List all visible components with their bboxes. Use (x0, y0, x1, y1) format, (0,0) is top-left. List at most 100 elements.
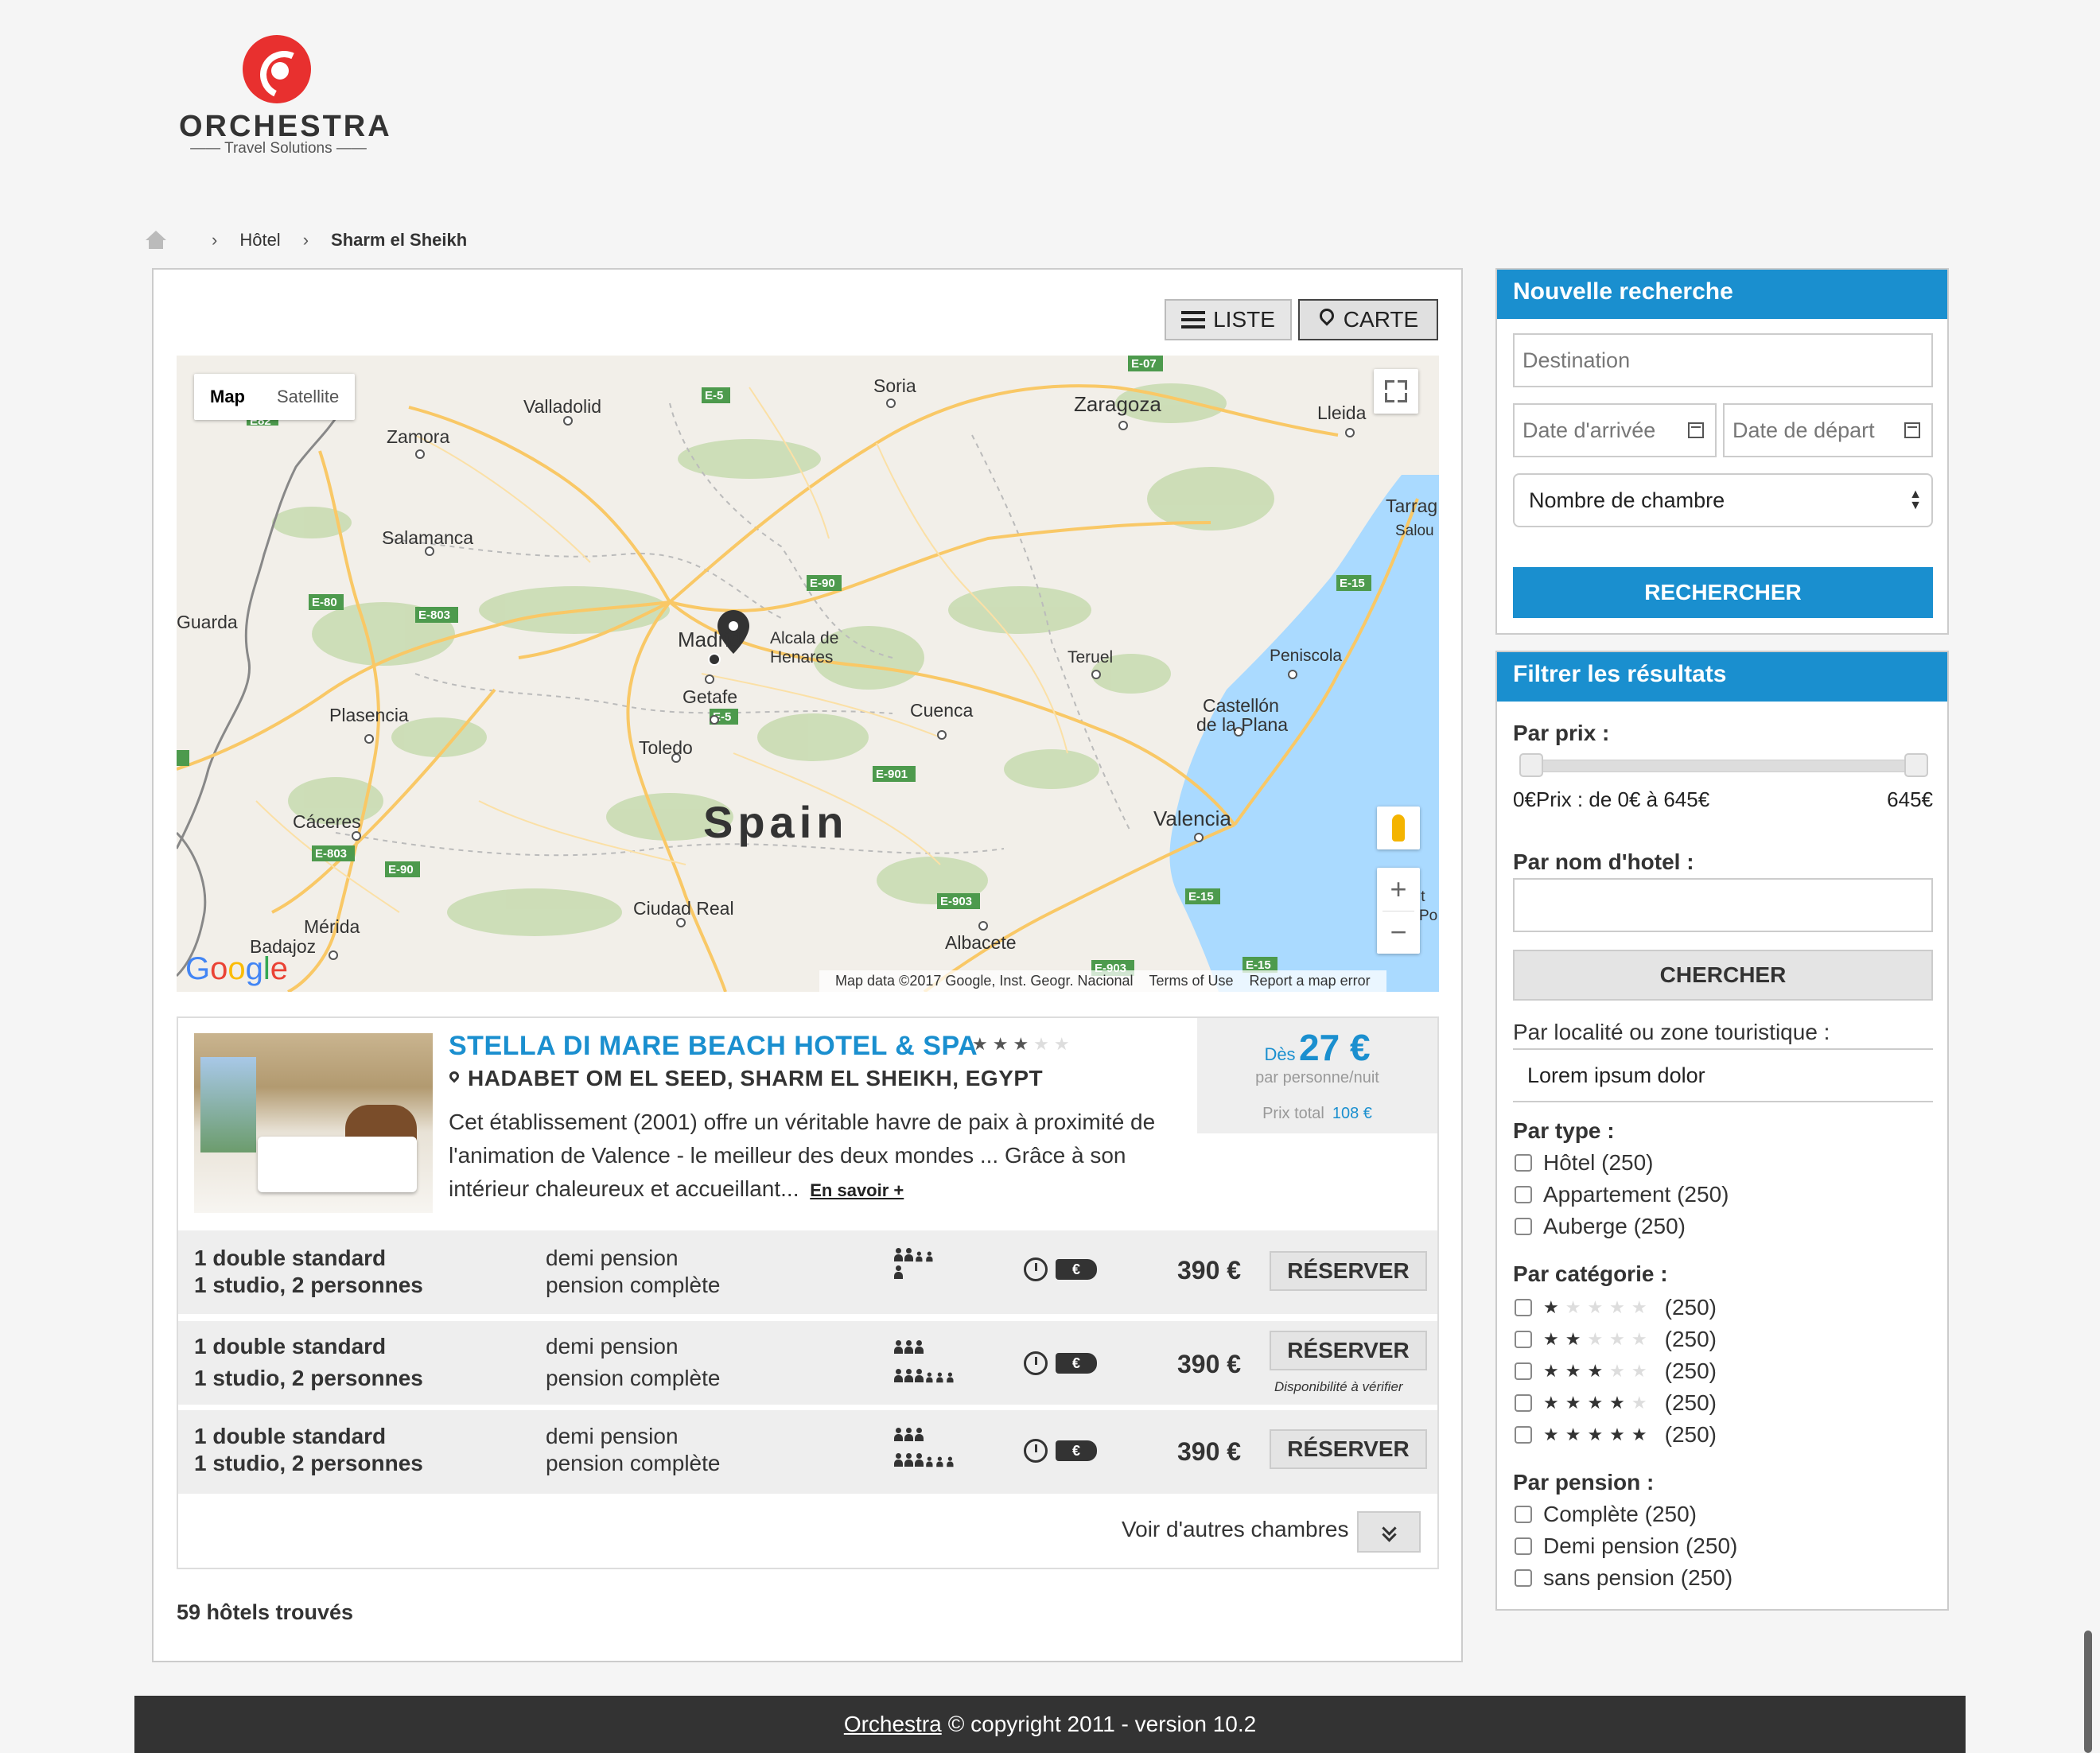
checkbox[interactable] (1515, 1154, 1532, 1172)
category-option[interactable]: ★★★★★ (250) (1515, 1327, 1717, 1352)
more-rooms-button[interactable] (1357, 1511, 1421, 1553)
price-slider-track[interactable] (1521, 760, 1922, 772)
category-option[interactable]: ★★★★★ (250) (1515, 1422, 1717, 1448)
map-attribution: Map data ©2017 Google, Inst. Geogr. Naci… (819, 970, 1386, 992)
footer-brand-link[interactable]: Orchestra (844, 1712, 942, 1737)
room-condition-icons: € (1024, 1257, 1097, 1281)
map-view-button[interactable]: CARTE (1298, 299, 1438, 340)
destination-input[interactable]: Destination (1513, 333, 1933, 387)
svg-text:E-80: E-80 (312, 596, 337, 609)
home-icon[interactable] (143, 231, 167, 250)
room-type: 1 double standard 1 studio, 2 personnes (194, 1331, 423, 1394)
search-button[interactable]: RECHERCHER (1513, 567, 1933, 618)
list-view-button[interactable]: LISTE (1165, 299, 1292, 340)
zoom-out-button[interactable]: − (1377, 911, 1420, 954)
more-rooms-label[interactable]: Voir d'autres chambres (1122, 1517, 1348, 1542)
type-option-label: Appartement (250) (1543, 1182, 1729, 1207)
reserve-button[interactable]: RÉSERVER (1270, 1331, 1427, 1370)
filter-panel: Filtrer les résultats Par prix : 0€Prix … (1495, 651, 1949, 1611)
departure-date-input[interactable]: Date de départ (1723, 403, 1933, 457)
orchestra-logo[interactable]: ORCHESTRA —— Travel Solutions —— (179, 35, 390, 157)
hotel-location: HADABET OM EL SEED, SHARM EL SHEIKH, EGY… (449, 1066, 1043, 1091)
checkbox[interactable] (1515, 1394, 1532, 1412)
footer-copyright: © copyright 2011 - version 10.2 (947, 1712, 1257, 1736)
svg-text:Salou: Salou (1395, 523, 1434, 539)
svg-text:Castellón: Castellón (1203, 695, 1279, 716)
svg-text:Mérida: Mérida (304, 916, 360, 937)
room-type-line: 1 double standard (194, 1424, 387, 1448)
departure-date-placeholder: Date de départ (1732, 418, 1875, 442)
checkbox[interactable] (1515, 1218, 1532, 1235)
checkbox[interactable] (1515, 1299, 1532, 1316)
price-range: 0€Prix : de 0€ à 645€ 645€ (1513, 787, 1933, 812)
hotel-name-search-button[interactable]: CHERCHER (1513, 950, 1933, 1001)
checkbox[interactable] (1515, 1426, 1532, 1444)
map-view-label: CARTE (1343, 307, 1419, 332)
pension-option[interactable]: Demi pension (250) (1515, 1533, 1737, 1559)
pegman-icon (1392, 814, 1405, 842)
map-terms-link[interactable]: Terms of Use (1141, 973, 1242, 989)
category-option[interactable]: ★★★★★ (250) (1515, 1295, 1717, 1320)
rooms-select-value: Nombre de chambre (1529, 488, 1725, 512)
svg-text:Salamanca: Salamanca (382, 527, 473, 548)
map-canvas: E-07 E-5 E82 E-90 E-15 E-80 E-803 E-5 E-… (177, 356, 1439, 992)
checkbox[interactable] (1515, 1537, 1532, 1555)
type-option[interactable]: Appartement (250) (1515, 1182, 1729, 1207)
type-option[interactable]: Auberge (250) (1515, 1214, 1686, 1239)
price-slider-max-handle[interactable] (1904, 753, 1928, 777)
zoom-in-button[interactable]: + (1377, 868, 1420, 911)
cancellation-clock-icon (1024, 1257, 1048, 1281)
room-price: 390 € (1177, 1256, 1242, 1285)
pension-option[interactable]: sans pension (250) (1515, 1565, 1732, 1591)
svg-text:E-15: E-15 (1340, 577, 1365, 590)
svg-text:E-15: E-15 (1188, 890, 1214, 904)
svg-text:Po: Po (1419, 908, 1437, 924)
room-price: 390 € (1177, 1350, 1242, 1378)
page-scrollbar[interactable] (2084, 1631, 2092, 1753)
star-rating-icon: ★★★★★ (1543, 1393, 1654, 1413)
price-total: Prix total 108 € (1197, 1105, 1437, 1123)
hotel-name-link[interactable]: STELLA DI MARE BEACH HOTEL & SPA (449, 1031, 978, 1062)
svg-text:Valencia: Valencia (1153, 807, 1231, 830)
map-type-satellite-button[interactable]: Satellite (261, 374, 355, 420)
star-rating-icon: ★★★★★ (1543, 1425, 1654, 1444)
checkbox[interactable] (1515, 1569, 1532, 1587)
arrival-date-input[interactable]: Date d'arrivée (1513, 403, 1717, 457)
svg-text:Madrid: Madrid (678, 628, 741, 651)
star-rating-icon: ★★★★★ (1543, 1297, 1654, 1317)
hotel-photo[interactable] (194, 1033, 433, 1213)
map[interactable]: E-07 E-5 E82 E-90 E-15 E-80 E-803 E-5 E-… (177, 356, 1439, 992)
svg-text:Tarrag: Tarrag (1386, 496, 1437, 516)
map-type-map-button[interactable]: Map (194, 374, 261, 420)
pension-option-label: Demi pension (250) (1543, 1533, 1738, 1558)
rooms-select[interactable]: Nombre de chambre ▲ ▼ (1513, 473, 1933, 527)
room-row: 1 double standard 1 studio, 2 personnes … (178, 1410, 1437, 1494)
checkbox[interactable] (1515, 1362, 1532, 1380)
reserve-button[interactable]: RÉSERVER (1270, 1429, 1427, 1469)
hotel-name-input[interactable] (1513, 878, 1933, 932)
google-logo[interactable]: Google (185, 951, 288, 987)
price-total-label: Prix total (1262, 1105, 1324, 1122)
price-range-text: Prix : de 0€ à 645€ (1535, 787, 1710, 811)
fullscreen-button[interactable] (1374, 369, 1418, 414)
locality-select[interactable]: Lorem ipsum dolor (1513, 1048, 1933, 1102)
checkbox[interactable] (1515, 1186, 1532, 1203)
reserve-button[interactable]: RÉSERVER (1270, 1251, 1427, 1291)
room-board-line: demi pension (546, 1424, 679, 1448)
breadcrumb-item-hotel[interactable]: Hôtel (239, 230, 280, 251)
svg-text:Zaragoza: Zaragoza (1074, 392, 1161, 416)
price-slider-min-handle[interactable] (1519, 753, 1543, 777)
map-report-link[interactable]: Report a map error (1242, 973, 1379, 989)
checkbox[interactable] (1515, 1506, 1532, 1523)
read-more-link[interactable]: En savoir + (810, 1180, 904, 1200)
occupancy-icons (894, 1337, 954, 1383)
room-row: 1 double standard 1 studio, 2 personnes … (178, 1321, 1437, 1405)
category-option[interactable]: ★★★★★ (250) (1515, 1358, 1717, 1384)
occupancy-icons (894, 1425, 954, 1467)
category-option[interactable]: ★★★★★ (250) (1515, 1390, 1717, 1416)
pension-option[interactable]: Complète (250) (1515, 1502, 1697, 1527)
checkbox[interactable] (1515, 1331, 1532, 1348)
calendar-icon (1688, 422, 1704, 438)
street-view-pegman[interactable] (1377, 807, 1420, 849)
type-option[interactable]: Hôtel (250) (1515, 1150, 1654, 1176)
